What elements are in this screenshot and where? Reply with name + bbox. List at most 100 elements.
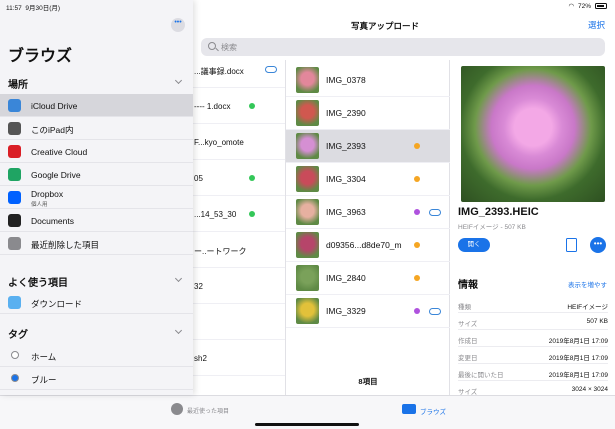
sidebar: ••• ブラウズ 場所 よく使う項目 タグ iCloud Drive このiPad…: [0, 0, 193, 395]
status-bar: 11:57 9月30日(月) ◠ 72%: [0, 0, 615, 12]
ipad-icon: [8, 122, 21, 135]
list-item[interactable]: IMG_3304: [286, 163, 450, 196]
detail-subtitle: HEIFイメージ - 507 KB: [458, 224, 526, 231]
sidebar-item[interactable]: このiPad内: [0, 117, 193, 140]
status-dot: [249, 175, 255, 181]
file-name: d09356...d8de70_m: [326, 240, 402, 250]
image-thumbnail: [296, 232, 319, 258]
list-item-label: sh2: [194, 354, 207, 363]
sidebar-item[interactable]: Dropbox 個人用: [0, 186, 193, 209]
list-item-label: ...議事録.docx: [194, 67, 244, 76]
sidebar-item[interactable]: iCloud Drive: [0, 94, 193, 117]
chevron-down-icon[interactable]: [174, 76, 183, 85]
favorites-header[interactable]: よく使う項目: [8, 274, 68, 289]
list-item[interactable]: IMG_2390: [286, 97, 450, 130]
list-item-label: ー..ートワーク: [194, 247, 247, 256]
sidebar-item-sublabel: 個人用: [31, 202, 48, 208]
tag-dot: [414, 209, 420, 215]
list-item-label: ---- 1.docx: [194, 102, 231, 111]
image-preview[interactable]: [461, 66, 605, 202]
creative-cloud-icon: [8, 145, 21, 158]
locations-header[interactable]: 場所: [8, 76, 28, 91]
document-icon[interactable]: [566, 238, 577, 252]
image-thumbnail: [296, 100, 319, 126]
sidebar-more-button[interactable]: •••: [171, 18, 185, 32]
list-item[interactable]: ...14_53_30: [190, 196, 285, 232]
list-item[interactable]: [190, 304, 285, 340]
folder-icon: [8, 296, 21, 309]
show-more-link[interactable]: 表示を増やす: [568, 279, 607, 289]
tab-recent[interactable]: 最近使った項目: [187, 406, 229, 415]
info-key: 変更日: [458, 355, 478, 362]
info-row: 作成日 2019年8月1日 17:09: [458, 330, 608, 347]
clock-icon[interactable]: [171, 403, 183, 415]
list-item[interactable]: IMG_2840: [286, 262, 450, 295]
list-item[interactable]: IMG_3963: [286, 196, 450, 229]
list-item[interactable]: ー..ートワーク: [190, 232, 285, 268]
info-key: 作成日: [458, 338, 478, 345]
sidebar-item[interactable]: 最近削除した項目: [0, 232, 193, 255]
image-thumbnail: [296, 199, 319, 225]
list-item[interactable]: IMG_3329: [286, 295, 450, 328]
status-time: 11:57 9月30日(月): [6, 5, 61, 12]
sidebar-item[interactable]: Creative Cloud: [0, 140, 193, 163]
list-item[interactable]: 32: [190, 268, 285, 304]
sidebar-item[interactable]: ダウンロード: [0, 291, 193, 314]
sidebar-item[interactable]: Documents: [0, 209, 193, 232]
sidebar-item-label: ブルー: [31, 375, 57, 385]
list-item[interactable]: ...議事録.docx: [190, 60, 285, 88]
file-list: 8項目 IMG_0378 IMG_2390 IMG_2393 IMG_3304 IMG_…: [286, 60, 450, 395]
file-name: IMG_2390: [326, 108, 366, 118]
info-value: 2019年8月1日 17:09: [548, 355, 608, 362]
list-item[interactable]: d09356...d8de70_m: [286, 229, 450, 262]
file-name: IMG_2393: [326, 141, 366, 151]
more-button[interactable]: •••: [590, 237, 606, 253]
chevron-down-icon[interactable]: [174, 326, 183, 335]
sidebar-item[interactable]: ホーム: [0, 344, 193, 367]
sidebar-item[interactable]: ブルー: [0, 367, 193, 390]
list-item[interactable]: IMG_2393: [286, 130, 450, 163]
cloud-download-icon[interactable]: [265, 66, 277, 73]
info-row: 種類 HEIFイメージ: [458, 296, 608, 313]
open-button[interactable]: 開く: [458, 238, 490, 252]
battery-icon: [595, 3, 607, 9]
info-key: サイズ: [458, 321, 478, 328]
select-button[interactable]: 選択: [588, 19, 605, 31]
home-indicator: [255, 423, 359, 426]
tags-header[interactable]: タグ: [8, 326, 28, 341]
status-dot: [414, 176, 420, 182]
sidebar-item-label: このiPad内: [31, 125, 74, 135]
sidebar-item[interactable]: Google Drive: [0, 163, 193, 186]
tag-dot: [414, 308, 420, 314]
tab-browse[interactable]: ブラウズ: [420, 406, 446, 416]
list-item-label: F...kyo_omote: [194, 138, 244, 147]
info-title: 情報: [458, 280, 478, 291]
list-item[interactable]: sh2: [190, 340, 285, 376]
list-item[interactable]: F...kyo_omote: [190, 124, 285, 160]
info-value: 3024 × 3024: [571, 386, 608, 393]
trash-icon: [8, 237, 21, 250]
status-dot: [249, 103, 255, 109]
list-item[interactable]: ---- 1.docx: [190, 88, 285, 124]
cloud-download-icon[interactable]: [429, 209, 441, 216]
info-row: 最後に開いた日 2019年8月1日 17:09: [458, 364, 608, 381]
sidebar-item-label: Google Drive: [31, 170, 81, 180]
chevron-down-icon[interactable]: [174, 274, 183, 283]
image-thumbnail: [296, 298, 319, 324]
dropbox-icon: [8, 191, 21, 204]
file-name: IMG_3329: [326, 306, 366, 316]
cloud-download-icon[interactable]: [429, 308, 441, 315]
sidebar-title: ブラウズ: [8, 48, 73, 65]
info-value: 2019年8月1日 17:09: [548, 338, 608, 345]
list-item[interactable]: 05: [190, 160, 285, 196]
file-name: IMG_0378: [326, 75, 366, 85]
list-item[interactable]: IMG_0378: [286, 64, 450, 97]
sidebar-item-label: Dropbox: [31, 189, 64, 199]
file-name: IMG_3304: [326, 174, 366, 184]
file-name: IMG_2840: [326, 273, 366, 283]
list-item-label: 05: [194, 174, 203, 183]
icloud-icon: [8, 99, 21, 112]
search-input[interactable]: 検索: [201, 38, 605, 56]
folder-icon[interactable]: [402, 404, 416, 414]
list-item-label: ...14_53_30: [194, 210, 237, 219]
